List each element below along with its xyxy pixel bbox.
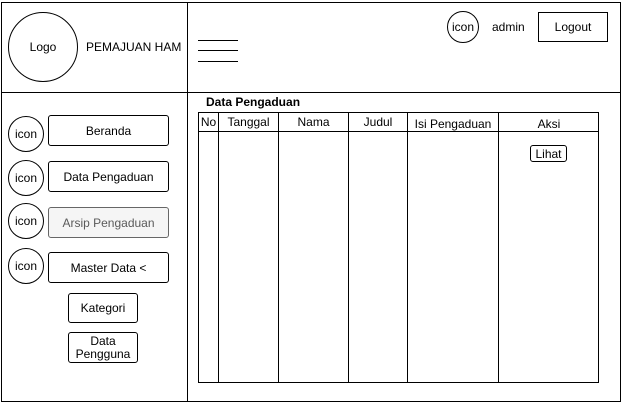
user-icon-label: icon — [451, 20, 474, 34]
beranda-icon: icon — [8, 116, 44, 152]
hamburger-bar — [198, 61, 238, 62]
sidebar-item-label: Master Data < — [70, 260, 147, 275]
column-header-judul: Judul — [363, 114, 393, 129]
icon-label: icon — [14, 127, 37, 141]
view-button-label: Lihat — [535, 146, 562, 161]
sidebar-item-label: Beranda — [85, 123, 132, 138]
column-divider — [348, 112, 349, 383]
sidebar-item-label: Arsip Pengaduan — [62, 215, 155, 230]
icon-label: icon — [14, 214, 37, 228]
column-header-no: No — [200, 114, 217, 129]
column-header-aksi: Aksi — [537, 116, 561, 131]
submenu-item-kategori[interactable]: Kategori — [68, 293, 138, 323]
page-title: Data Pengaduan — [206, 95, 301, 109]
sidebar-item-data-pengaduan[interactable]: Data Pengaduan — [48, 161, 169, 192]
logout-label: Logout — [554, 20, 592, 34]
column-header-tanggal: Tanggal — [227, 114, 270, 129]
column-divider — [498, 112, 499, 383]
hamburger-bar — [198, 40, 238, 41]
logo: Logo — [8, 12, 78, 82]
menu-toggle-icon[interactable] — [198, 40, 238, 64]
icon-label: icon — [14, 259, 37, 273]
header-divider — [1, 92, 621, 93]
logo-label: Logo — [29, 40, 57, 54]
submenu-item-label: Kategori — [80, 301, 126, 315]
logout-button[interactable]: Logout — [538, 12, 608, 42]
column-divider — [218, 112, 219, 383]
user-avatar-icon[interactable]: icon — [447, 11, 479, 43]
column-header-nama: Nama — [297, 114, 330, 129]
sidebar-item-arsip-pengaduan[interactable]: Arsip Pengaduan — [48, 207, 169, 238]
sidebar-divider — [187, 2, 188, 402]
sidebar-item-beranda[interactable]: Beranda — [48, 115, 169, 146]
hamburger-bar — [198, 50, 238, 51]
view-button[interactable]: Lihat — [530, 145, 567, 162]
master-data-icon: icon — [8, 248, 44, 284]
submenu-item-data-pengguna[interactable]: Data Pengguna — [68, 332, 138, 363]
data-pengaduan-icon: icon — [8, 160, 44, 196]
arsip-pengaduan-icon: icon — [8, 203, 44, 239]
username: admin — [492, 20, 525, 34]
column-divider — [407, 112, 408, 383]
sidebar-item-master-data[interactable]: Master Data < — [48, 252, 169, 283]
app-title: PEMAJUAN HAM — [86, 40, 182, 54]
icon-label: icon — [14, 171, 37, 185]
column-divider — [278, 112, 279, 383]
sidebar-item-label: Data Pengaduan — [63, 169, 154, 184]
column-header-isi-pengaduan: Isi Pengaduan — [414, 116, 492, 131]
submenu-item-label: Data Pengguna — [75, 333, 131, 361]
